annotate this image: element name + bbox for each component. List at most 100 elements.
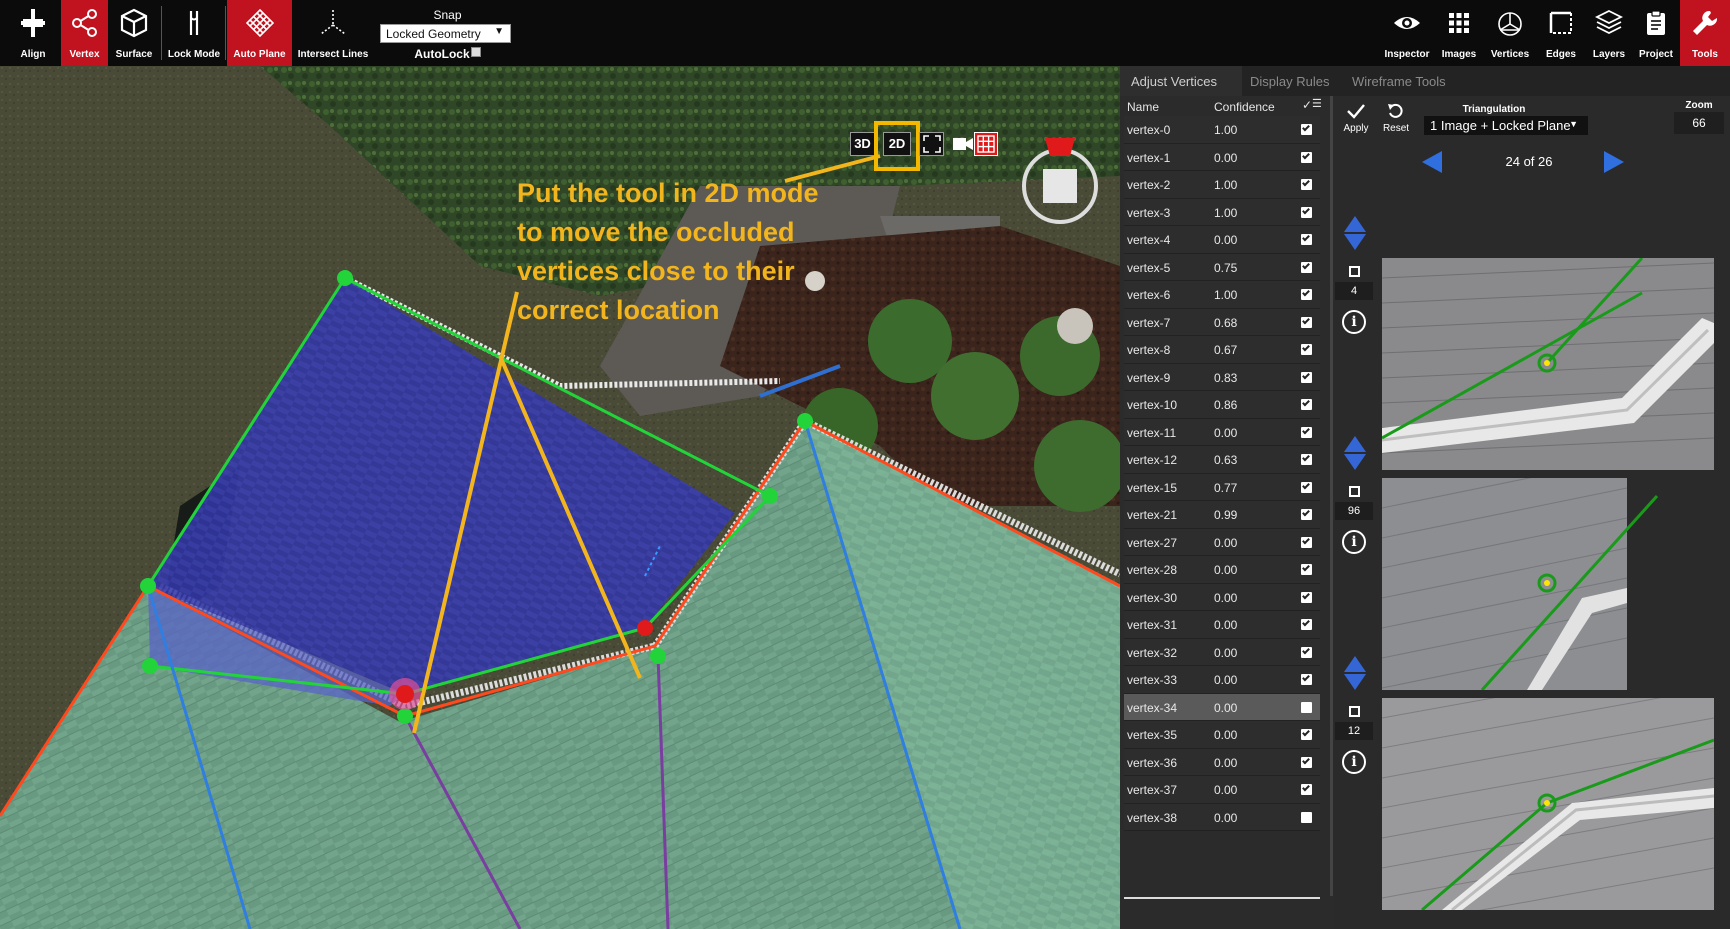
check-all-icon[interactable]: ✓: [1302, 98, 1312, 112]
snap-select[interactable]: Locked Geometry ▼: [380, 24, 511, 43]
inspector-button[interactable]: Inspector: [1380, 0, 1434, 66]
vertex-row[interactable]: vertex-11 0.00: [1124, 418, 1320, 446]
info-icon[interactable]: i: [1342, 530, 1366, 554]
vertex-visible-checkbox[interactable]: [1301, 398, 1312, 410]
camera-button[interactable]: [952, 132, 974, 156]
viewport-3d[interactable]: 3D 2D Put the tool in 2D mode to move th…: [0, 66, 1120, 929]
vertex-row[interactable]: vertex-10 0.86: [1124, 391, 1320, 419]
column-name-header[interactable]: Name: [1127, 100, 1159, 114]
images-button[interactable]: Images: [1434, 0, 1484, 66]
vertex-row[interactable]: vertex-38 0.00: [1124, 803, 1320, 831]
vertex-row[interactable]: vertex-12 0.63: [1124, 446, 1320, 474]
vertex-visible-checkbox[interactable]: [1301, 233, 1312, 245]
table-scrollbar[interactable]: [1330, 96, 1333, 896]
vertex-visible-checkbox[interactable]: [1301, 316, 1312, 328]
move-up-arrow-icon[interactable]: [1344, 656, 1366, 672]
autolock-checkbox[interactable]: [470, 47, 481, 57]
vertex-visible-checkbox[interactable]: [1301, 728, 1312, 740]
select-square-icon[interactable]: [1349, 266, 1360, 277]
vertex-visible-checkbox[interactable]: [1301, 756, 1312, 768]
select-square-icon[interactable]: [1349, 486, 1360, 497]
image-thumbnail[interactable]: [1382, 478, 1714, 690]
vertex-visible-checkbox[interactable]: [1301, 288, 1312, 300]
vertex-visible-checkbox[interactable]: [1301, 783, 1312, 795]
image-thumbnail[interactable]: [1382, 258, 1714, 470]
surface-button[interactable]: Surface: [109, 0, 159, 66]
vertex-row[interactable]: vertex-4 0.00: [1124, 226, 1320, 254]
fullscreen-button[interactable]: [919, 132, 944, 156]
view-3d-button[interactable]: 3D: [850, 132, 875, 156]
vertex-row[interactable]: vertex-0 1.00: [1124, 116, 1320, 144]
layers-button[interactable]: Layers: [1586, 0, 1632, 66]
vertex-row[interactable]: vertex-9 0.83: [1124, 363, 1320, 391]
vertex-visible-checkbox[interactable]: [1301, 481, 1312, 493]
vertex-row[interactable]: vertex-5 0.75: [1124, 253, 1320, 281]
vertex-visible-checkbox[interactable]: [1301, 701, 1312, 713]
vertex-visible-checkbox[interactable]: [1301, 591, 1312, 603]
apply-button[interactable]: Apply: [1340, 102, 1372, 134]
intersect-lines-button[interactable]: Intersect Lines: [296, 0, 370, 66]
vertex-visible-checkbox[interactable]: [1301, 151, 1312, 163]
vertex-visible-checkbox[interactable]: [1301, 673, 1312, 685]
vertex-row[interactable]: vertex-27 0.00: [1124, 528, 1320, 556]
next-image-arrow-icon[interactable]: [1604, 151, 1624, 173]
vertex-visible-checkbox[interactable]: [1301, 261, 1312, 273]
vertex-row[interactable]: vertex-30 0.00: [1124, 583, 1320, 611]
lock-mode-button[interactable]: Lock Mode: [165, 0, 223, 66]
vertex-visible-checkbox[interactable]: [1301, 453, 1312, 465]
vertex-visible-checkbox[interactable]: [1301, 563, 1312, 575]
vertex-row[interactable]: vertex-7 0.68: [1124, 308, 1320, 336]
vertex-row[interactable]: vertex-33 0.00: [1124, 666, 1320, 694]
move-down-arrow-icon[interactable]: [1344, 234, 1366, 250]
auto-plane-button[interactable]: Auto Plane: [227, 0, 292, 66]
vertex-row[interactable]: vertex-3 1.00: [1124, 198, 1320, 226]
tab-wireframe-tools[interactable]: Wireframe Tools: [1352, 74, 1446, 89]
column-menu-icon[interactable]: ☰: [1312, 97, 1322, 110]
info-icon[interactable]: i: [1342, 750, 1366, 774]
vertex-row[interactable]: vertex-21 0.99: [1124, 501, 1320, 529]
select-square-icon[interactable]: [1349, 706, 1360, 717]
info-icon[interactable]: i: [1342, 310, 1366, 334]
vertex-button[interactable]: Vertex: [61, 0, 108, 66]
vertex-row[interactable]: vertex-31 0.00: [1124, 611, 1320, 639]
triangulation-select[interactable]: 1 Image + Locked Plane ▼: [1424, 116, 1588, 135]
vertex-row[interactable]: vertex-36 0.00: [1124, 748, 1320, 776]
vertex-row[interactable]: vertex-34 0.00: [1124, 693, 1320, 721]
grid-toggle-button[interactable]: [974, 132, 998, 156]
vertex-visible-checkbox[interactable]: [1301, 371, 1312, 383]
vertex-visible-checkbox[interactable]: [1301, 646, 1312, 658]
move-up-arrow-icon[interactable]: [1344, 436, 1366, 452]
move-down-arrow-icon[interactable]: [1344, 454, 1366, 470]
vertex-visible-checkbox[interactable]: [1301, 178, 1312, 190]
vertex-visible-checkbox[interactable]: [1301, 426, 1312, 438]
vertex-visible-checkbox[interactable]: [1301, 343, 1312, 355]
image-thumbnail[interactable]: [1382, 698, 1714, 910]
tab-display-rules[interactable]: Display Rules: [1250, 74, 1329, 89]
previous-image-arrow-icon[interactable]: [1422, 151, 1442, 173]
vertex-row[interactable]: vertex-35 0.00: [1124, 721, 1320, 749]
vertex-row[interactable]: vertex-1 0.00: [1124, 143, 1320, 171]
move-down-arrow-icon[interactable]: [1344, 674, 1366, 690]
vertex-visible-checkbox[interactable]: [1301, 536, 1312, 548]
align-button[interactable]: Align: [13, 0, 53, 66]
vertex-row[interactable]: vertex-6 1.00: [1124, 281, 1320, 309]
vertex-visible-checkbox[interactable]: [1301, 206, 1312, 218]
edges-button[interactable]: Edges: [1536, 0, 1586, 66]
vertex-row[interactable]: vertex-37 0.00: [1124, 776, 1320, 804]
project-button[interactable]: Project: [1632, 0, 1680, 66]
vertex-visible-checkbox[interactable]: [1301, 618, 1312, 630]
zoom-input[interactable]: 66: [1674, 112, 1724, 134]
reset-button[interactable]: Reset: [1380, 102, 1412, 134]
tools-button[interactable]: Tools: [1680, 0, 1730, 66]
vertex-row[interactable]: vertex-8 0.67: [1124, 336, 1320, 364]
vertex-row[interactable]: vertex-2 1.00: [1124, 171, 1320, 199]
column-confidence-header[interactable]: Confidence: [1214, 100, 1275, 114]
vertex-visible-checkbox[interactable]: [1301, 123, 1312, 135]
tab-adjust-vertices[interactable]: Adjust Vertices: [1131, 74, 1217, 89]
vertices-button[interactable]: Vertices: [1484, 0, 1536, 66]
vertex-row[interactable]: vertex-32 0.00: [1124, 638, 1320, 666]
vertex-visible-checkbox[interactable]: [1301, 508, 1312, 520]
vertex-row[interactable]: vertex-15 0.77: [1124, 473, 1320, 501]
vertex-visible-checkbox[interactable]: [1301, 811, 1312, 823]
vertex-row[interactable]: vertex-28 0.00: [1124, 556, 1320, 584]
